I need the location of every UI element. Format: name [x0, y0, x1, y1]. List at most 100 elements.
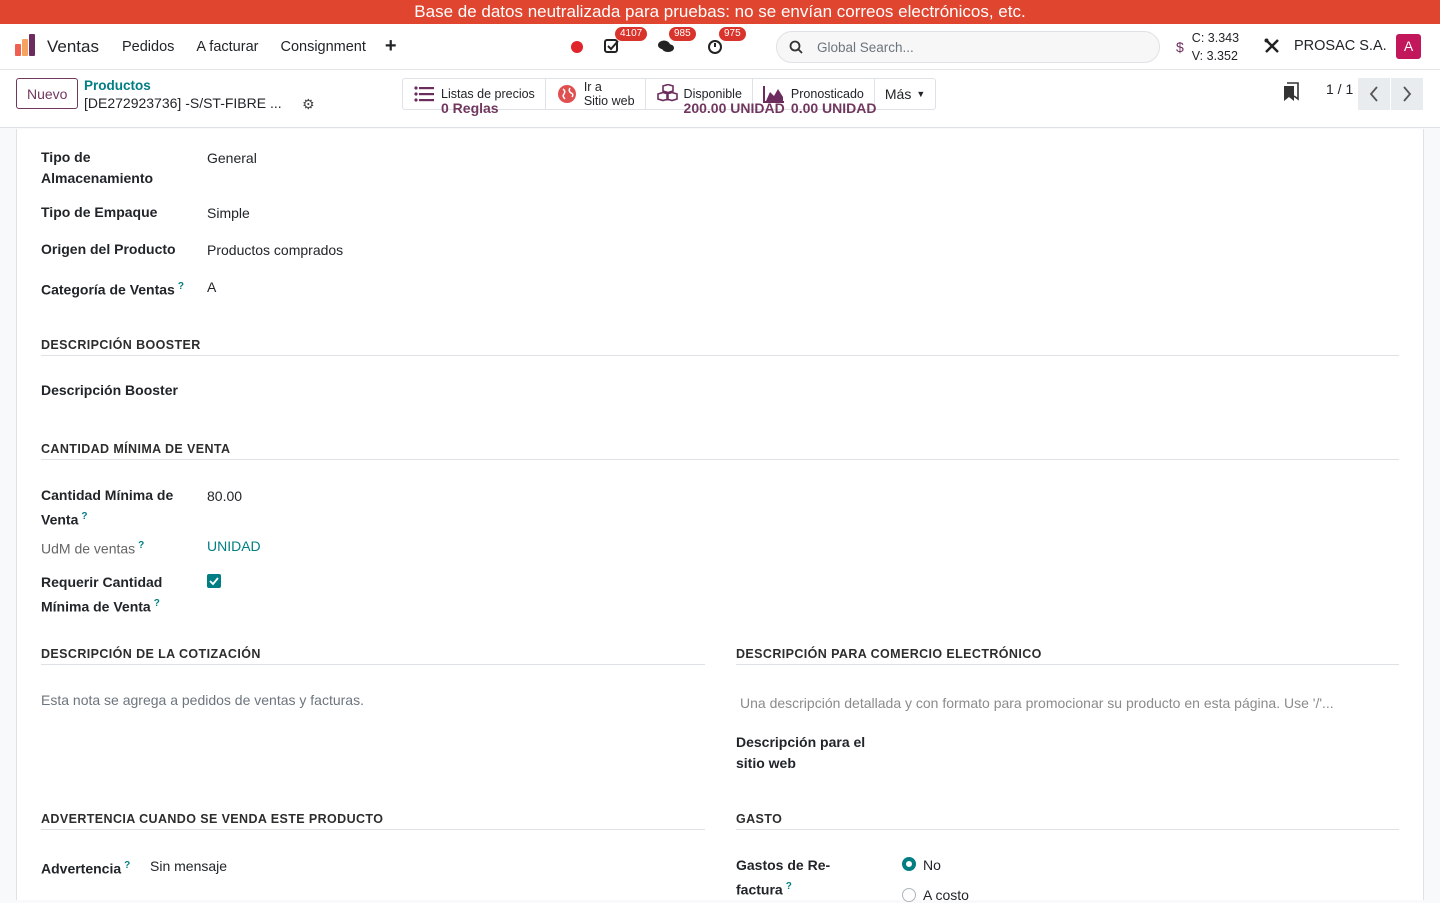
- section-divider: [736, 664, 1399, 665]
- activities-badge: 4107: [615, 27, 648, 41]
- form-sheet: Tipo de Almacenamiento General Tipo de E…: [16, 129, 1424, 903]
- section-quotation-title: DESCRIPCIÓN DE LA COTIZACIÓN: [41, 647, 261, 661]
- timer-icon[interactable]: 975: [707, 27, 746, 57]
- storage-type-label: Tipo de Almacenamiento: [41, 149, 154, 186]
- messages-badge: 985: [669, 27, 696, 41]
- more-button[interactable]: Más ▼: [875, 79, 935, 109]
- section-min-qty-title: CANTIDAD MÍNIMA DE VENTA: [41, 442, 231, 456]
- plus-icon[interactable]: +: [385, 35, 397, 58]
- pricelists-count: 0 Reglas: [441, 100, 499, 116]
- packaging-type-label: Tipo de Empaque: [41, 204, 158, 220]
- storage-type-value[interactable]: General: [207, 150, 257, 166]
- menu-a-facturar[interactable]: A facturar: [185, 39, 269, 55]
- rate-sell: V: 3.352: [1191, 49, 1238, 63]
- available-title: Disponible: [683, 87, 742, 101]
- require-min-checkbox[interactable]: [207, 574, 221, 588]
- currency-rates[interactable]: $ C: 3.343 V: 3.352: [1176, 28, 1239, 66]
- breadcrumb-current: [DE272923736] -S/ST-FIBRE ...: [84, 95, 282, 111]
- messages-icon[interactable]: 985: [657, 27, 696, 57]
- origin-value[interactable]: Productos comprados: [207, 242, 343, 258]
- chevron-left-icon: [1369, 86, 1378, 102]
- gear-icon[interactable]: ⚙: [302, 96, 315, 113]
- help-icon: ?: [153, 598, 160, 609]
- help-icon: ?: [124, 860, 131, 871]
- help-icon: ?: [138, 540, 145, 551]
- packaging-type-value[interactable]: Simple: [207, 205, 250, 221]
- control-panel: Nuevo Productos [DE272923736] -S/ST-FIBR…: [0, 70, 1440, 128]
- user-avatar[interactable]: A: [1396, 34, 1421, 59]
- smart-buttons: Listas de precios 0 Reglas Ir a Sitio web …: [402, 78, 937, 115]
- bookmark-icon[interactable]: [1283, 82, 1299, 105]
- pager-next-button[interactable]: [1391, 78, 1423, 110]
- uom-label: UdM de ventas?: [41, 540, 145, 557]
- section-divider: [41, 829, 705, 830]
- global-search-input[interactable]: [817, 39, 1117, 55]
- systray: 4107 985 975: [565, 24, 746, 70]
- uom-value[interactable]: UNIDAD: [207, 538, 261, 554]
- more-label: Más: [884, 86, 912, 102]
- expense-option-no[interactable]: No: [923, 857, 941, 873]
- min-qty-value[interactable]: 80.00: [207, 488, 242, 504]
- expense-label: Gastos de Re-factura?: [736, 857, 831, 898]
- website-description-label: Descripción para el sitio web: [736, 734, 866, 771]
- booster-label: Descripción Booster: [41, 382, 178, 398]
- global-search[interactable]: [776, 31, 1160, 63]
- breadcrumb-productos[interactable]: Productos: [84, 78, 151, 93]
- menu-pedidos[interactable]: Pedidos: [111, 39, 185, 55]
- quotation-description-field[interactable]: Esta nota se agrega a pedidos de ventas …: [41, 692, 364, 708]
- section-expense-title: GASTO: [736, 812, 783, 826]
- smart-button-pricelists[interactable]: Listas de precios 0 Reglas: [403, 79, 546, 115]
- pager-previous-button[interactable]: [1358, 78, 1390, 110]
- menu-consignment[interactable]: Consignment: [269, 39, 376, 55]
- section-booster-title: DESCRIPCIÓN BOOSTER: [41, 338, 201, 352]
- main-menu: Pedidos A facturar Consignment: [111, 39, 377, 55]
- cubes-icon: [656, 83, 678, 105]
- record-icon[interactable]: [571, 41, 583, 53]
- pricelists-title: Listas de precios: [441, 87, 535, 101]
- section-divider: [41, 459, 1399, 460]
- top-navbar: Ventas Pedidos A facturar Consignment + …: [0, 24, 1440, 70]
- test-database-banner: Base de datos neutralizada para pruebas:…: [0, 0, 1440, 24]
- warning-value[interactable]: Sin mensaje: [150, 858, 227, 874]
- check-icon: [209, 577, 219, 586]
- website-line2: Sitio web: [583, 94, 635, 108]
- dollar-icon: $: [1176, 39, 1184, 55]
- require-min-label: Requerir Cantidad Mínima de Venta?: [41, 574, 163, 615]
- forecast-value: 0.00 UNIDAD: [790, 100, 877, 116]
- section-warning-title: ADVERTENCIA CUANDO SE VENDA ESTE PRODUCT…: [41, 812, 384, 826]
- help-icon: ?: [81, 511, 88, 522]
- expense-option-cost[interactable]: A costo: [923, 887, 969, 903]
- ecommerce-description-field[interactable]: Una descripción detallada y con formato …: [740, 695, 1334, 711]
- website-line1: Ir a: [583, 80, 602, 94]
- tools-icon[interactable]: [1263, 37, 1281, 58]
- help-icon: ?: [177, 281, 184, 292]
- section-divider: [41, 664, 705, 665]
- sales-category-label: Categoría de Ventas?: [41, 281, 184, 298]
- odoo-sales-logo-icon[interactable]: [15, 33, 37, 58]
- smart-button-available[interactable]: Disponible 200.00 UNIDAD: [646, 79, 785, 115]
- new-button[interactable]: Nuevo: [16, 78, 79, 109]
- chevron-right-icon: [1403, 86, 1412, 102]
- section-ecommerce-title: DESCRIPCIÓN PARA COMERCIO ELECTRÓNICO: [736, 647, 1042, 661]
- help-icon: ?: [785, 881, 792, 892]
- expense-radio-no[interactable]: [902, 857, 916, 871]
- company-switcher[interactable]: PROSAC S.A.: [1294, 38, 1387, 54]
- forecast-title: Pronosticado: [790, 87, 864, 101]
- search-icon: [789, 40, 803, 54]
- warning-label: Advertencia?: [41, 860, 131, 877]
- globe-icon: [556, 83, 578, 105]
- sales-category-value[interactable]: A: [207, 279, 216, 295]
- rate-buy: C: 3.343: [1191, 31, 1240, 45]
- section-divider: [736, 829, 1399, 830]
- smart-button-website[interactable]: Ir a Sitio web: [546, 79, 646, 109]
- pager-value[interactable]: 1 / 1: [1326, 81, 1353, 97]
- caret-down-icon: ▼: [916, 89, 926, 99]
- app-name[interactable]: Ventas: [47, 37, 99, 57]
- timer-badge: 975: [719, 27, 746, 41]
- section-divider: [41, 355, 1399, 356]
- list-icon: [413, 83, 435, 105]
- available-value: 200.00 UNIDAD: [683, 100, 785, 116]
- activities-icon[interactable]: 4107: [603, 27, 648, 57]
- origin-label: Origen del Producto: [41, 241, 176, 257]
- min-qty-label: Cantidad Mínima de Venta?: [41, 487, 174, 528]
